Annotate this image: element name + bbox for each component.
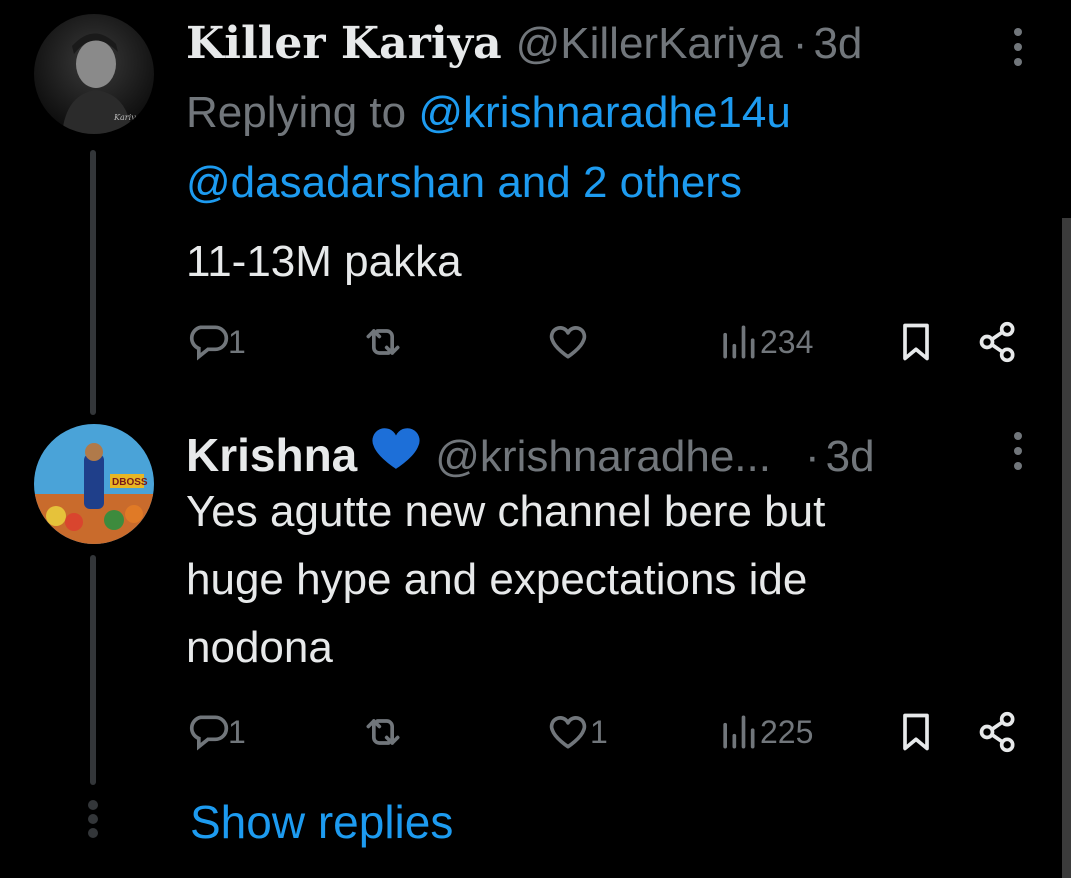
retweet-button[interactable] [361, 320, 405, 364]
scrollbar[interactable] [1062, 218, 1071, 878]
tweet1-text: 11-13M pakka [186, 237, 462, 286]
avatar-killer-kariya[interactable]: Kariya [34, 14, 154, 134]
thread-line-1 [90, 150, 96, 415]
share-icon [979, 711, 1015, 753]
mention-krishnaradhe14u[interactable]: @krishnaradhe14u [418, 88, 790, 137]
avatar-krishna[interactable]: DBOSS [34, 424, 154, 544]
tweet1-header: Killer Kariya @KillerKariya · 3d [186, 18, 862, 69]
heart-icon [549, 326, 587, 359]
views-count: 234 [760, 323, 814, 360]
bookmark-icon [903, 713, 929, 751]
bookmark-icon [903, 323, 929, 361]
tweet2-separator: · [804, 432, 820, 481]
share-button[interactable] [976, 710, 1020, 754]
tweet2-text: Yes agutte new channel bere but huge hyp… [186, 478, 1016, 682]
svg-text:DBOSS: DBOSS [112, 477, 148, 488]
tweet2-display-name[interactable]: Krishna [186, 428, 357, 482]
views-icon [723, 325, 755, 359]
heart-icon [549, 716, 587, 749]
replying-to-line-2: @dasadarshan and 2 others [186, 158, 742, 208]
tweet2-text-line3: nodona [186, 623, 333, 672]
thread-line-2 [90, 555, 96, 785]
tweet2-text-line2: huge hype and expectations ide [186, 555, 808, 604]
bookmark-button[interactable] [894, 320, 938, 364]
thread-dots [88, 800, 98, 842]
more-icon[interactable] [1012, 28, 1024, 74]
tweet1-time[interactable]: 3d [813, 19, 862, 69]
tweet1-display-name[interactable]: Killer Kariya [186, 18, 502, 69]
tweet2-handle[interactable]: @krishnaradhe... [435, 432, 771, 482]
views-icon [723, 715, 755, 749]
replying-to-line: Replying to @krishnaradhe14u [186, 88, 791, 138]
more-icon[interactable] [1012, 432, 1024, 478]
tweet1-actions: 1 234 [186, 320, 1026, 370]
reply-count: 1 [228, 323, 246, 360]
tweet1-handle[interactable]: @KillerKariya [516, 19, 783, 69]
mention-others[interactable]: and 2 others [497, 158, 742, 207]
views-count: 225 [760, 713, 814, 750]
tweet2-text-line1: Yes agutte new channel bere but [186, 487, 826, 536]
reply-icon [189, 715, 229, 751]
reply-count: 1 [228, 713, 246, 750]
tweet2-actions: 1 1 225 [186, 710, 1026, 760]
reply-icon [189, 325, 229, 361]
like-button[interactable]: 1 [546, 710, 608, 754]
retweet-icon [366, 719, 400, 745]
reply-button[interactable]: 1 [186, 710, 246, 754]
like-count: 1 [590, 713, 608, 750]
show-replies-link[interactable]: Show replies [190, 795, 453, 849]
views-button[interactable]: 234 [716, 320, 813, 364]
reply-button[interactable]: 1 [186, 320, 246, 364]
share-button[interactable] [976, 320, 1020, 364]
views-button[interactable]: 225 [716, 710, 813, 754]
tweet2-time[interactable]: 3d [826, 432, 875, 482]
tweet1-separator: · [792, 19, 808, 68]
mention-dasadarshan[interactable]: @dasadarshan [186, 158, 485, 207]
replying-prefix: Replying to [186, 88, 407, 137]
share-icon [979, 321, 1015, 363]
retweet-button[interactable] [361, 710, 405, 754]
tweet2-header: Krishna @krishnaradhe... · 3d [186, 425, 875, 482]
like-button[interactable] [546, 320, 590, 364]
bookmark-button[interactable] [894, 710, 938, 754]
retweet-icon [366, 329, 400, 355]
blue-heart-icon [371, 425, 421, 471]
svg-text:Kariya: Kariya [113, 113, 141, 122]
